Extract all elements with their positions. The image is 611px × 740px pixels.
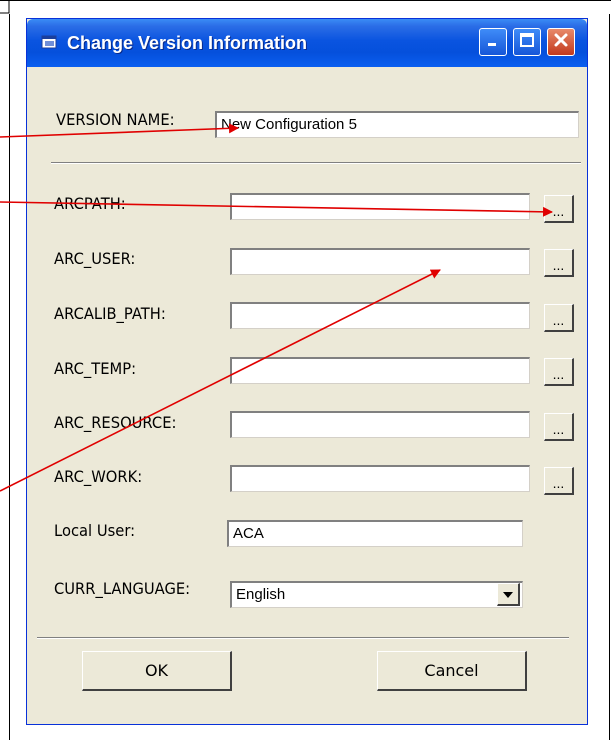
version-name-input[interactable]: New Configuration 5: [215, 111, 579, 138]
arcalib-path-browse-button[interactable]: ...: [544, 304, 574, 332]
arc-user-input[interactable]: [230, 248, 530, 275]
local-user-input[interactable]: ACA: [227, 520, 523, 547]
arcalib-path-input[interactable]: [230, 302, 530, 329]
top-separator: [51, 162, 581, 164]
page-frame-corner: [0, 0, 10, 14]
page-frame-left: [9, 14, 10, 740]
maximize-icon: [519, 32, 535, 53]
arc-work-browse-button[interactable]: ...: [544, 467, 574, 495]
arc-temp-browse-button[interactable]: ...: [544, 358, 574, 386]
curr-language-select[interactable]: English: [230, 581, 523, 608]
arc-resource-input[interactable]: [230, 411, 530, 438]
minimize-icon: [486, 33, 500, 52]
arcpath-label: ARCPATH:: [54, 194, 126, 213]
arc-work-label: ARC_WORK:: [54, 467, 143, 486]
close-button[interactable]: [547, 28, 575, 56]
curr-language-dropdown-button[interactable]: [497, 583, 520, 606]
arcpath-input[interactable]: [230, 193, 530, 220]
cancel-button[interactable]: Cancel: [377, 651, 527, 691]
close-icon: [553, 32, 569, 53]
window-title: Change Version Information: [67, 33, 308, 53]
version-name-label: VERSION NAME:: [56, 110, 175, 129]
page-frame-right: [609, 14, 610, 740]
curr-language-label: CURR_LANGUAGE:: [54, 579, 191, 598]
arc-resource-browse-button[interactable]: ...: [544, 413, 574, 441]
page-frame-top: [0, 0, 611, 1]
title-bar[interactable]: Change Version Information: [27, 19, 587, 67]
arcalib-path-label: ARCALIB_PATH:: [54, 304, 166, 323]
bottom-separator: [37, 637, 569, 639]
arc-temp-input[interactable]: [230, 357, 530, 384]
arc-work-input[interactable]: [230, 465, 530, 492]
arc-user-label: ARC_USER:: [54, 249, 136, 268]
arcpath-browse-button[interactable]: ...: [544, 195, 574, 223]
arc-user-browse-button[interactable]: ...: [544, 249, 574, 277]
arc-resource-label: ARC_RESOURCE:: [54, 413, 177, 432]
window-icon: [41, 35, 57, 49]
minimize-button[interactable]: [479, 28, 507, 56]
arc-temp-label: ARC_TEMP:: [54, 359, 137, 378]
chevron-down-icon: [503, 585, 513, 603]
change-version-dialog: Change Version Information VERSION NAME:…: [26, 18, 588, 725]
maximize-button[interactable]: [513, 28, 541, 56]
ok-button[interactable]: OK: [82, 651, 232, 691]
local-user-label: Local User:: [54, 521, 136, 540]
